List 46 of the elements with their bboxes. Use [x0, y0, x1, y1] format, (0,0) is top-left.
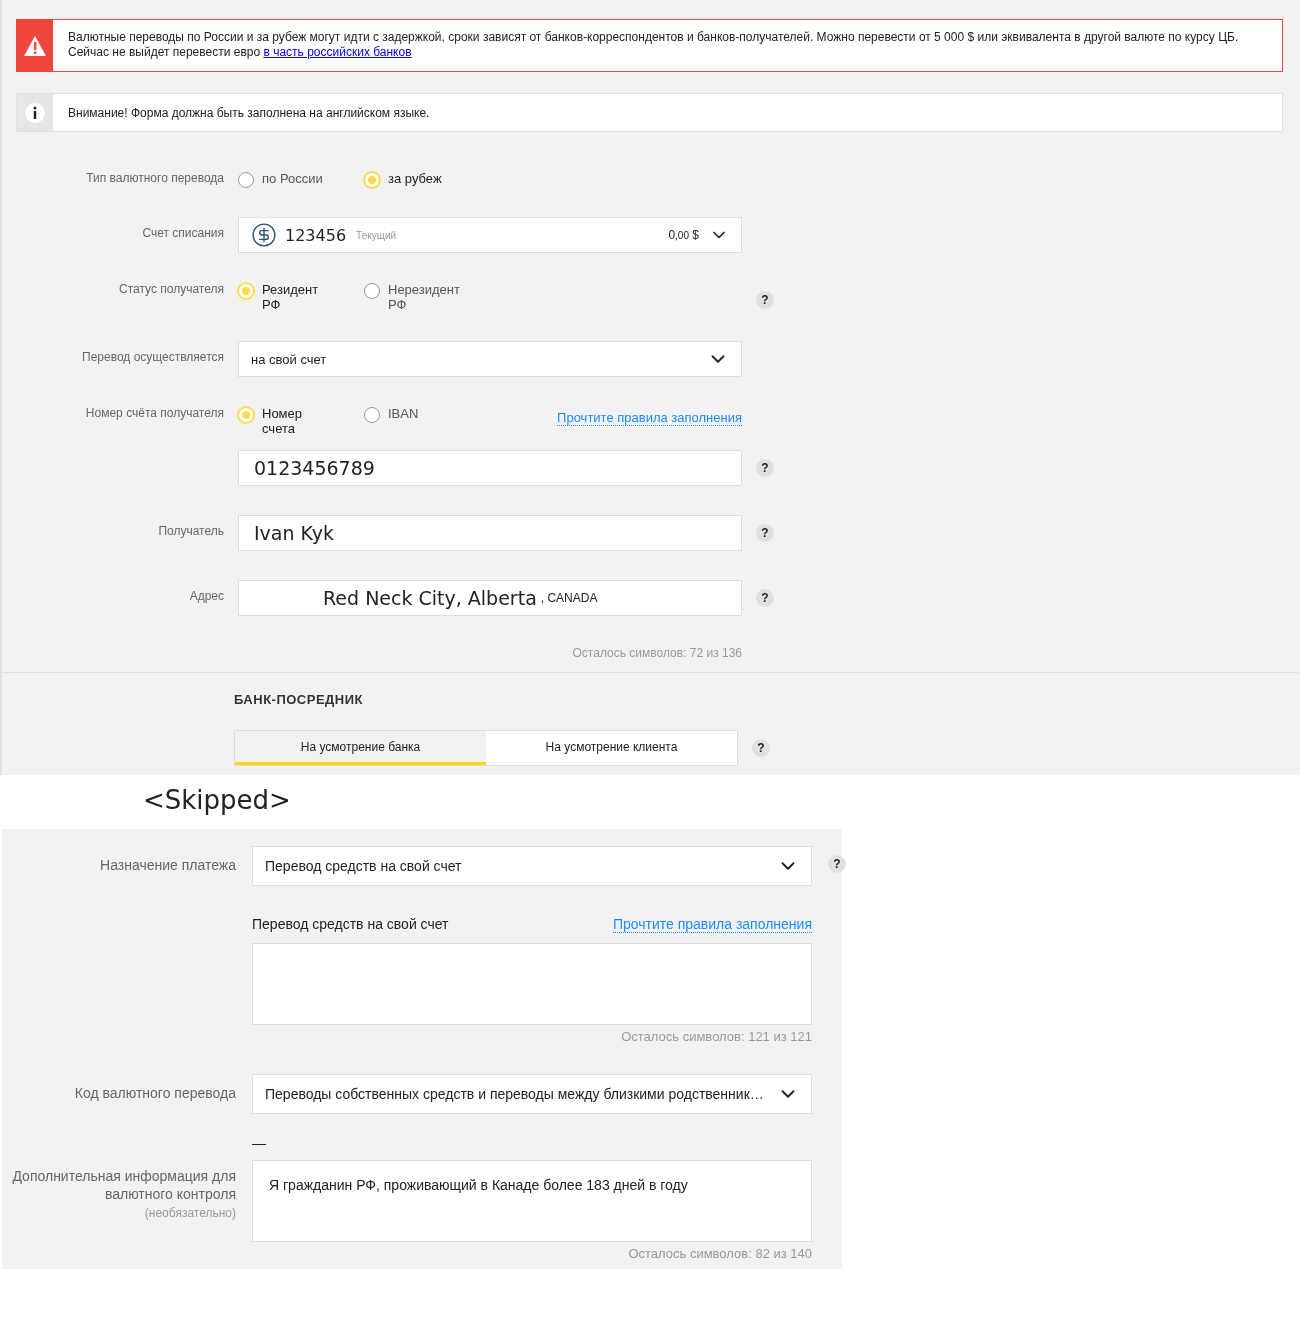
notice-text: Внимание! Форма должна быть заполнена на английском языке. — [67, 105, 430, 120]
select-field[interactable]: на свой счет — [238, 341, 742, 377]
char-counter: Осталось символов: 121 из 121 — [621, 1029, 812, 1044]
account-select[interactable]: 123456 Текущий 0,00 $ — [238, 217, 742, 253]
field-label: Счет списания — [141, 226, 224, 241]
radio-option[interactable]: Нерезидент РФ — [364, 282, 490, 312]
text-area[interactable] — [252, 943, 812, 1025]
help-icon[interactable]: ? — [756, 524, 774, 542]
char-counter: Осталось символов: 82 из 140 — [628, 1246, 812, 1261]
field-label: Тип валютного перевода — [85, 171, 224, 186]
field-label: Назначение платежа — [99, 857, 236, 875]
field-label: Перевод осуществляется — [81, 350, 224, 365]
field-label: Получатель — [157, 524, 224, 539]
help-icon[interactable]: ? — [756, 459, 774, 477]
tab[interactable]: На усмотрение клиента — [486, 731, 737, 765]
dollar-icon — [251, 222, 277, 248]
help-icon[interactable]: ? — [752, 739, 770, 757]
select-field[interactable]: Переводы собственных средств и переводы между близкими родственник… — [252, 1074, 812, 1114]
field-caption: Перевод средств на свой счет — [252, 916, 449, 932]
field-label: Адрес — [188, 589, 224, 604]
field-label: Статус получателя — [118, 282, 224, 297]
input-field[interactable]: Red Neck City, Alberta , CANADA — [238, 580, 742, 616]
dash-mark: — — [252, 1136, 267, 1150]
select-field[interactable]: Перевод средств на свой счет — [252, 846, 812, 886]
help-icon[interactable]: ? — [828, 855, 846, 873]
radio-option[interactable]: за рубеж — [364, 171, 490, 188]
text-area[interactable]: Я гражданин РФ, проживающий в Канаде более 183 дней в году — [252, 1160, 812, 1242]
radio-option[interactable]: IBAN — [364, 406, 490, 423]
input-field[interactable]: 0123456789 — [238, 450, 742, 486]
radio-option[interactable]: Номер счета — [238, 406, 364, 436]
skipped-note: <Skipped> — [143, 785, 291, 815]
field-label: Код валютного перевода — [73, 1085, 236, 1103]
optional-note: (необязательно) — [143, 1206, 236, 1221]
info-icon — [25, 102, 45, 123]
char-counter: Осталось символов: 72 из 136 — [572, 646, 742, 660]
radio-option[interactable]: по России — [238, 171, 364, 188]
warning-text: Валютные переводы по России и за рубеж могут идти с задержкой, сроки зависят от банков-корреспондентов и банков-получателей. Можно перевести от 5 000 $ или эквивалента в другой валюте по курсу ЦБ. Сейчас не выйдет перевести евро в часть российских банков — [67, 29, 1240, 61]
field-label: Дополнительная информация для валютного контроля — [12, 1168, 236, 1203]
help-icon[interactable]: ? — [756, 589, 774, 607]
section-title: БАНК-ПОСРЕДНИК — [234, 692, 364, 707]
warning-icon — [24, 35, 46, 56]
input-field[interactable]: Ivan Kyk — [238, 515, 742, 551]
help-icon[interactable]: ? — [756, 291, 774, 309]
banks-link[interactable]: в часть российских банков — [263, 45, 412, 59]
field-label: Номер счёта получателя — [84, 406, 224, 421]
radio-option[interactable]: Резидент РФ — [238, 282, 364, 312]
